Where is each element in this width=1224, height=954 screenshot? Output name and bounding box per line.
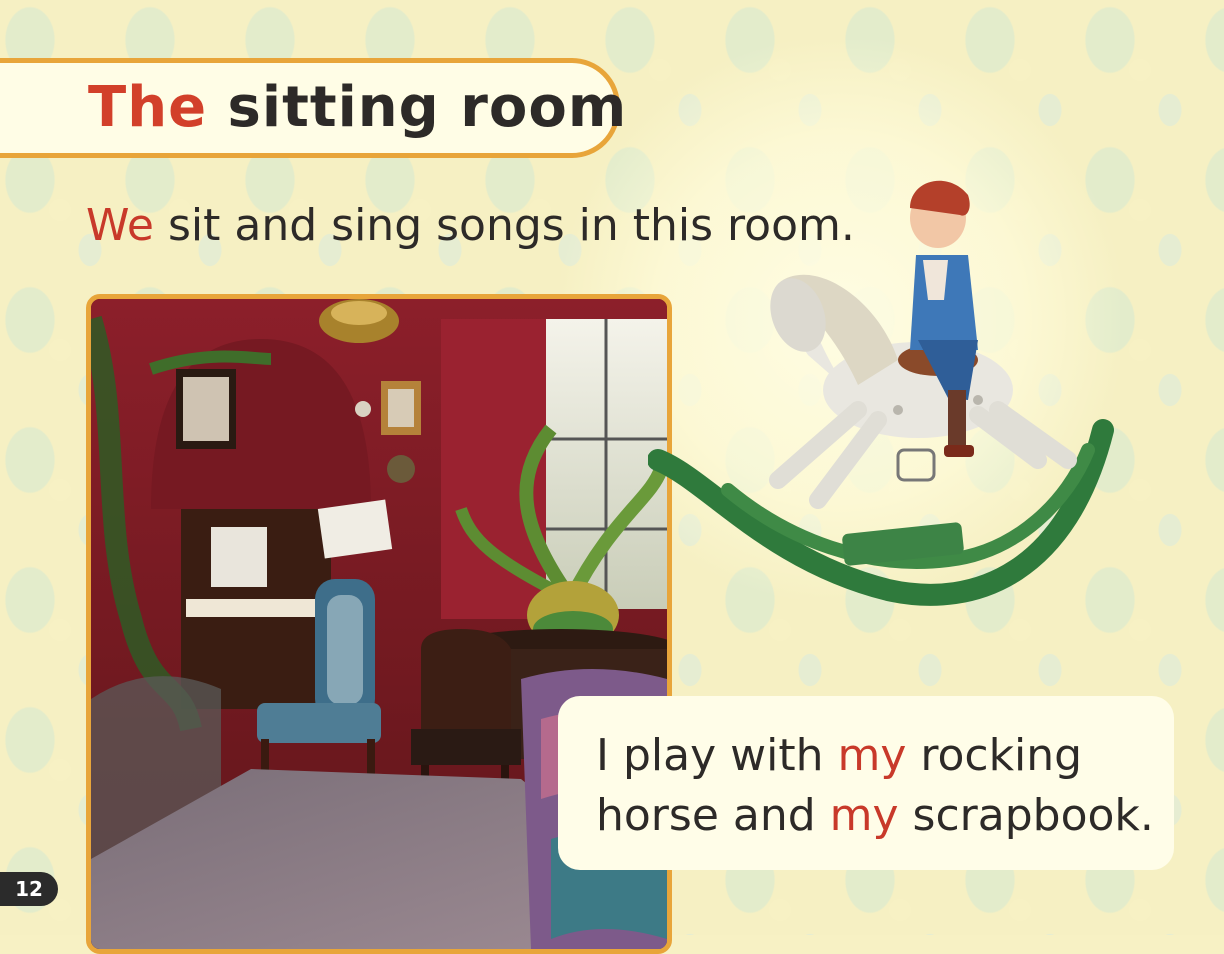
caption-text: I play with my rocking horse and my scra… [596,726,1166,846]
title-rest: sitting room [227,75,628,140]
rocking-horse-illustration [648,180,1114,606]
page-title: The sitting room [88,70,627,146]
caption-part-one: I play with [596,730,838,781]
caption-accent-one: my [837,730,907,781]
caption-accent-two: my [829,790,899,841]
page-number: 12 [0,872,58,906]
title-accent-word: The [88,75,208,140]
caption-part-three: scrapbook. [898,790,1154,841]
sentence-one-accent-word: We [86,200,154,251]
